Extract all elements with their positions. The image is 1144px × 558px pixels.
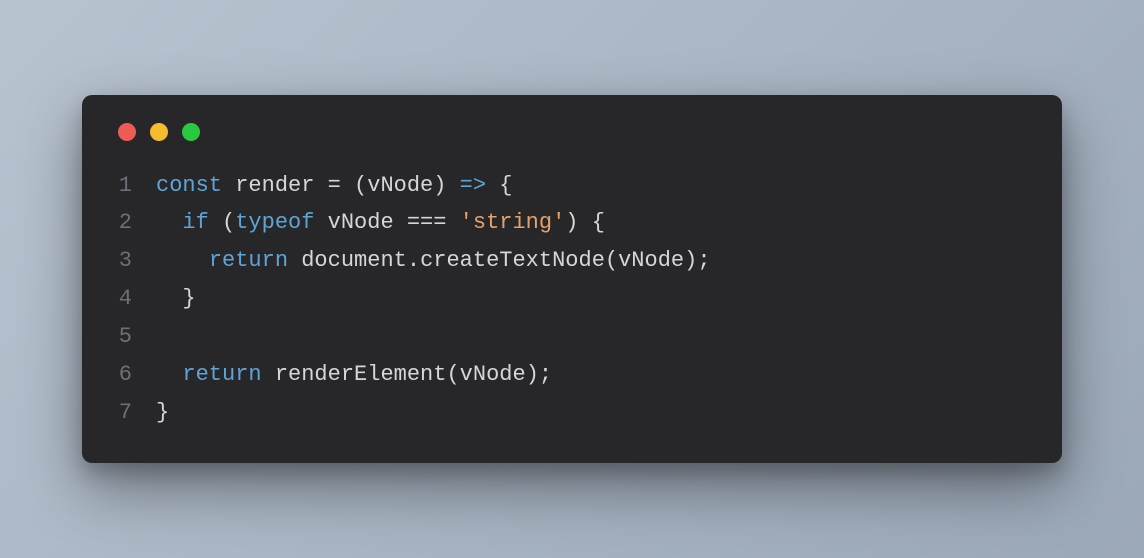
- code-content: const render = (vNode) => { if (typeof v…: [156, 167, 1026, 432]
- code-line: }: [156, 280, 1026, 318]
- code-area: 1234567 const render = (vNode) => { if (…: [118, 167, 1026, 432]
- line-number: 2: [118, 204, 132, 242]
- code-token: =>: [460, 173, 486, 198]
- code-token: return: [209, 248, 301, 273]
- code-token: }: [182, 286, 195, 311]
- code-token: (: [446, 362, 459, 387]
- code-line: const render = (vNode) => {: [156, 167, 1026, 205]
- code-line: if (typeof vNode === 'string') {: [156, 204, 1026, 242]
- code-token: (: [222, 210, 235, 235]
- code-token: (: [605, 248, 618, 273]
- code-token: 'string': [460, 210, 566, 235]
- code-token: .: [407, 248, 420, 273]
- code-window: 1234567 const render = (vNode) => { if (…: [82, 95, 1062, 464]
- code-token: render: [235, 173, 327, 198]
- code-token: ) {: [565, 210, 605, 235]
- code-token: return: [182, 362, 274, 387]
- code-token: ): [433, 173, 459, 198]
- line-number: 1: [118, 167, 132, 205]
- code-token: ===: [407, 210, 460, 235]
- code-token: const: [156, 173, 235, 198]
- code-token: typeof: [235, 210, 327, 235]
- traffic-lights: [118, 123, 1026, 141]
- minimize-icon[interactable]: [150, 123, 168, 141]
- code-token: vNode: [618, 248, 684, 273]
- code-token: );: [526, 362, 552, 387]
- code-line: }: [156, 394, 1026, 432]
- code-token: vNode: [328, 210, 407, 235]
- code-line: [156, 318, 1026, 356]
- line-number: 5: [118, 318, 132, 356]
- code-line: return document.createTextNode(vNode);: [156, 242, 1026, 280]
- code-token: =: [328, 173, 354, 198]
- close-icon[interactable]: [118, 123, 136, 141]
- code-token: }: [156, 400, 169, 425]
- code-token: );: [684, 248, 710, 273]
- code-line: return renderElement(vNode);: [156, 356, 1026, 394]
- code-token: document: [301, 248, 407, 273]
- line-number-gutter: 1234567: [118, 167, 156, 432]
- line-number: 3: [118, 242, 132, 280]
- line-number: 7: [118, 394, 132, 432]
- code-token: vNode: [460, 362, 526, 387]
- code-token: vNode: [367, 173, 433, 198]
- line-number: 4: [118, 280, 132, 318]
- maximize-icon[interactable]: [182, 123, 200, 141]
- code-token: renderElement: [275, 362, 447, 387]
- line-number: 6: [118, 356, 132, 394]
- code-token: (: [354, 173, 367, 198]
- code-token: createTextNode: [420, 248, 605, 273]
- code-token: if: [182, 210, 222, 235]
- code-token: {: [486, 173, 512, 198]
